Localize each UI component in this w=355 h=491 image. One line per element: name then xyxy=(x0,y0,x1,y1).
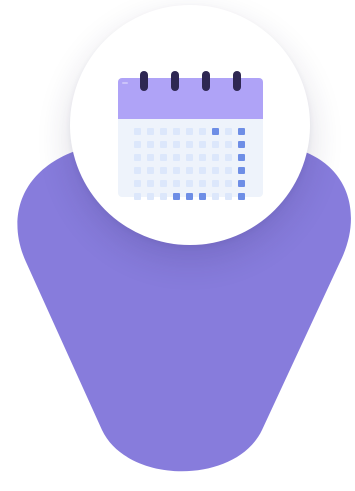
calendar-day xyxy=(225,167,232,174)
calendar-day-highlighted xyxy=(199,193,206,200)
calendar-day-highlighted xyxy=(212,128,219,135)
calendar-day xyxy=(199,167,206,174)
calendar-day xyxy=(134,141,141,148)
calendar-header xyxy=(118,78,263,119)
calendar-day xyxy=(199,180,206,187)
calendar-day xyxy=(225,180,232,187)
calendar-day-highlighted xyxy=(238,193,245,200)
calendar-day xyxy=(212,180,219,187)
calendar-day-highlighted xyxy=(238,180,245,187)
calendar-day-highlighted xyxy=(186,193,193,200)
calendar-day xyxy=(147,141,154,148)
calendar-badge xyxy=(70,5,310,245)
calendar-day xyxy=(225,128,232,135)
calendar-day xyxy=(134,193,141,200)
calendar-day xyxy=(212,141,219,148)
calendar-day xyxy=(160,128,167,135)
calendar-ring xyxy=(140,71,148,91)
calendar-day xyxy=(186,141,193,148)
calendar-day xyxy=(160,154,167,161)
calendar-day xyxy=(134,128,141,135)
calendar-day xyxy=(134,180,141,187)
calendar-day xyxy=(147,128,154,135)
calendar-day xyxy=(225,193,232,200)
calendar-day xyxy=(173,154,180,161)
calendar-day xyxy=(147,167,154,174)
calendar-day xyxy=(160,141,167,148)
calendar-day xyxy=(186,180,193,187)
calendar-ring xyxy=(171,71,179,91)
calendar-day-highlighted xyxy=(238,128,245,135)
calendar-day-highlighted xyxy=(238,167,245,174)
calendar-day-highlighted xyxy=(173,193,180,200)
calendar-day xyxy=(225,154,232,161)
calendar-day xyxy=(160,193,167,200)
calendar-ring xyxy=(202,71,210,91)
calendar-header-shine xyxy=(122,82,128,84)
calendar-day xyxy=(147,154,154,161)
calendar-day xyxy=(199,128,206,135)
calendar-day xyxy=(212,193,219,200)
calendar-day xyxy=(199,154,206,161)
calendar-day xyxy=(173,141,180,148)
illustration xyxy=(0,0,355,491)
calendar-day xyxy=(160,180,167,187)
calendar-day xyxy=(173,167,180,174)
calendar-day xyxy=(134,154,141,161)
calendar-day xyxy=(212,167,219,174)
calendar-day xyxy=(147,193,154,200)
calendar-day-highlighted xyxy=(238,141,245,148)
calendar-day-highlighted xyxy=(238,154,245,161)
calendar-ring xyxy=(233,71,241,91)
calendar-icon xyxy=(118,71,263,200)
calendar-day xyxy=(173,180,180,187)
calendar-day xyxy=(186,154,193,161)
calendar-day xyxy=(160,167,167,174)
calendar-day xyxy=(212,154,219,161)
calendar-day xyxy=(225,141,232,148)
calendar-day xyxy=(173,128,180,135)
calendar-day xyxy=(199,141,206,148)
calendar-day xyxy=(134,167,141,174)
calendar-day xyxy=(186,128,193,135)
calendar-day xyxy=(186,167,193,174)
calendar-day xyxy=(147,180,154,187)
